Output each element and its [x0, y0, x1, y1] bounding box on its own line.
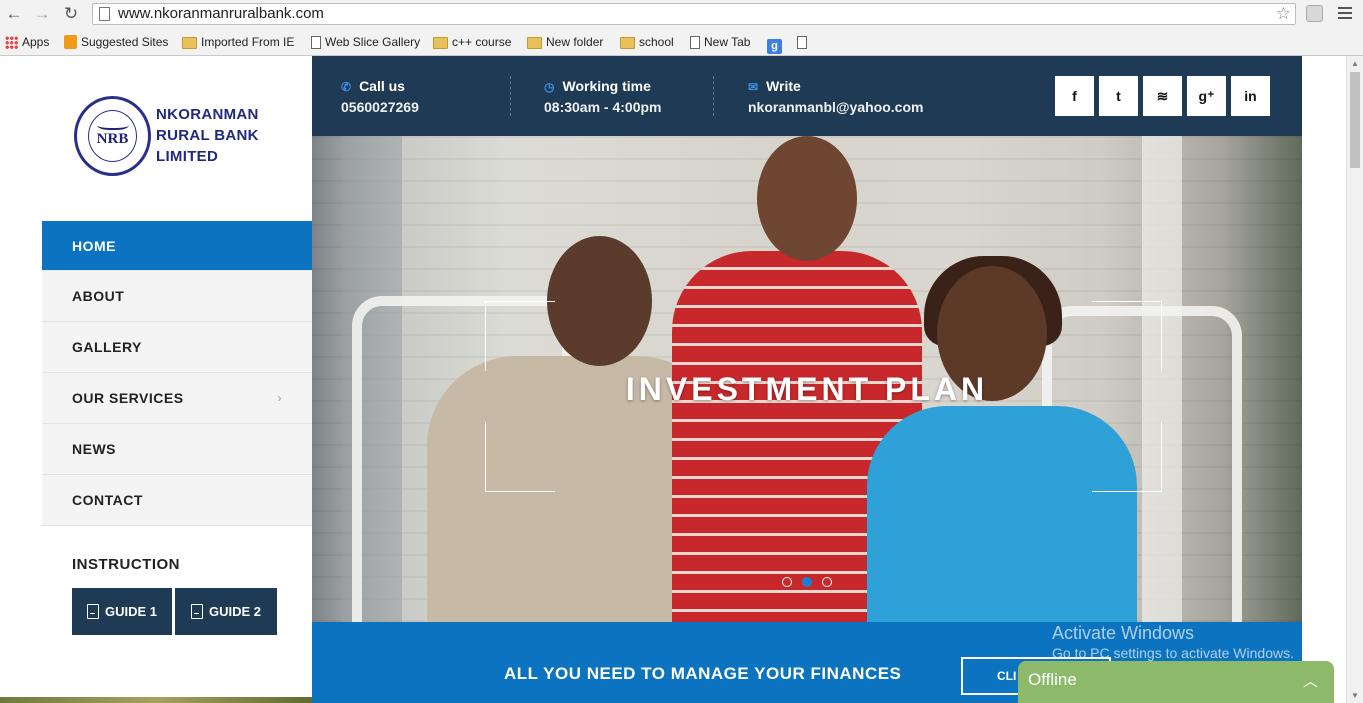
bookmark-cpp-course[interactable]: c++ course [433, 34, 511, 51]
frame-corner [485, 422, 555, 492]
hero-slider[interactable]: INVESTMENT PLAN [312, 136, 1302, 622]
bookmark-new-tab[interactable]: New Tab [690, 34, 750, 51]
chevron-up-icon[interactable]: ︿ [1303, 670, 1318, 691]
scroll-down-icon[interactable]: ▼ [1351, 691, 1359, 700]
folder-icon [620, 37, 635, 49]
page-icon [99, 7, 110, 21]
extension-icon[interactable] [1306, 5, 1323, 22]
reload-icon[interactable]: ↻ [61, 4, 81, 24]
slider-dot-3[interactable] [822, 577, 832, 587]
footer-photo-strip [0, 697, 312, 703]
nav-item-contact[interactable]: CONTACT [42, 475, 312, 526]
facebook-icon[interactable]: f [1055, 76, 1094, 116]
bookmark-suggested-sites[interactable]: Suggested Sites [64, 34, 168, 51]
folder-icon [182, 37, 197, 49]
slider-dot-1[interactable] [782, 577, 792, 587]
bookmark-star-icon[interactable]: ☆ [1276, 4, 1291, 24]
back-arrow-icon[interactable]: ← [4, 4, 24, 24]
bookmarks-bar: Apps Suggested Sites Imported From IE We… [0, 29, 1363, 56]
nav-item-news[interactable]: NEWS [42, 424, 312, 475]
offline-label: Offline [1028, 670, 1077, 689]
write-info: ✉ Write nkoranmanbl@yahoo.com [748, 78, 924, 117]
suggested-sites-icon [64, 35, 77, 49]
google-plus-icon[interactable]: g⁺ [1187, 76, 1226, 116]
instruction-heading: INSTRUCTION [72, 556, 180, 573]
contact-info-bar: ✆ Call us 0560027269 ◷ Working time 08:30a… [312, 56, 1302, 136]
page-icon [690, 36, 700, 49]
nav-item-gallery[interactable]: GALLERY [42, 322, 312, 373]
linkedin-icon[interactable]: in [1231, 76, 1270, 116]
folder-icon [527, 37, 542, 49]
envelope-icon: ✉ [748, 80, 759, 94]
twitter-icon[interactable]: t [1099, 76, 1138, 116]
bookmark-new-folder[interactable]: New folder [527, 34, 603, 51]
apps-icon [5, 36, 18, 49]
address-bar[interactable]: www.nkoranmanruralbank.com ☆ [92, 3, 1296, 25]
bank-name: NKORANMAN RURAL BANK LIMITED [156, 106, 259, 165]
page-scrollbar[interactable]: ▲ ▼ [1346, 56, 1363, 703]
call-us-info: ✆ Call us 0560027269 [341, 78, 419, 117]
nav-item-about[interactable]: ABOUT [42, 271, 312, 322]
chevron-right-icon: › [277, 391, 282, 405]
clock-icon: ◷ [544, 80, 555, 94]
rss-icon[interactable]: ≋ [1143, 76, 1182, 116]
guide-1-button[interactable]: GUIDE 1 [72, 588, 172, 635]
bookmark-apps[interactable]: Apps [5, 34, 49, 51]
bookmark-imported-from-ie[interactable]: Imported From IE [182, 34, 294, 51]
frame-corner [1092, 301, 1162, 371]
divider [510, 76, 511, 116]
sidebar-nav: HOME ABOUT GALLERY OUR SERVICES › NEWS CO… [42, 221, 312, 526]
guide-2-button[interactable]: GUIDE 2 [175, 588, 277, 635]
scroll-up-icon[interactable]: ▲ [1351, 59, 1359, 68]
nav-item-home[interactable]: HOME [42, 221, 312, 271]
google-icon: g [767, 39, 782, 54]
working-time-info: ◷ Working time 08:30am - 4:00pm [544, 78, 662, 115]
folder-icon [433, 37, 448, 49]
pdf-icon [86, 604, 99, 619]
scroll-thumb[interactable] [1350, 72, 1360, 168]
pdf-icon [190, 604, 203, 619]
bookmark-page[interactable] [797, 34, 807, 51]
divider [713, 76, 714, 116]
working-hours: 08:30am - 4:00pm [544, 99, 662, 115]
bookmark-google[interactable]: g [767, 34, 782, 54]
email-address[interactable]: nkoranmanbl@yahoo.com [748, 97, 923, 117]
page-icon [797, 36, 807, 49]
browser-menu-icon[interactable] [1338, 7, 1352, 22]
offline-notification[interactable]: Offline ︿ [1018, 661, 1334, 703]
hero-title: INVESTMENT PLAN [625, 371, 989, 407]
page-icon [311, 36, 321, 49]
browser-toolbar: ← → ↻ www.nkoranmanruralbank.com ☆ [0, 0, 1363, 29]
forward-arrow-icon[interactable]: → [32, 4, 52, 24]
bank-logo[interactable]: NRB NKORANMAN RURAL BANK LIMITED [74, 96, 284, 182]
bookmark-web-slice-gallery[interactable]: Web Slice Gallery [311, 34, 420, 51]
cta-text: ALL YOU NEED TO MANAGE YOUR FINANCES [504, 664, 902, 683]
phone-icon: ✆ [341, 80, 352, 94]
frame-corner [1092, 422, 1162, 492]
frame-corner [485, 301, 555, 371]
url-text[interactable]: www.nkoranmanruralbank.com [118, 5, 324, 23]
hand-emblem-icon [97, 118, 129, 130]
nav-item-our-services[interactable]: OUR SERVICES › [42, 373, 312, 424]
bank-seal-logo: NRB [74, 96, 151, 176]
page-viewport: NRB NKORANMAN RURAL BANK LIMITED HOME AB… [0, 56, 1346, 703]
slider-dot-2[interactable] [802, 577, 812, 587]
bookmark-school[interactable]: school [620, 34, 674, 51]
phone-number[interactable]: 0560027269 [341, 97, 419, 117]
